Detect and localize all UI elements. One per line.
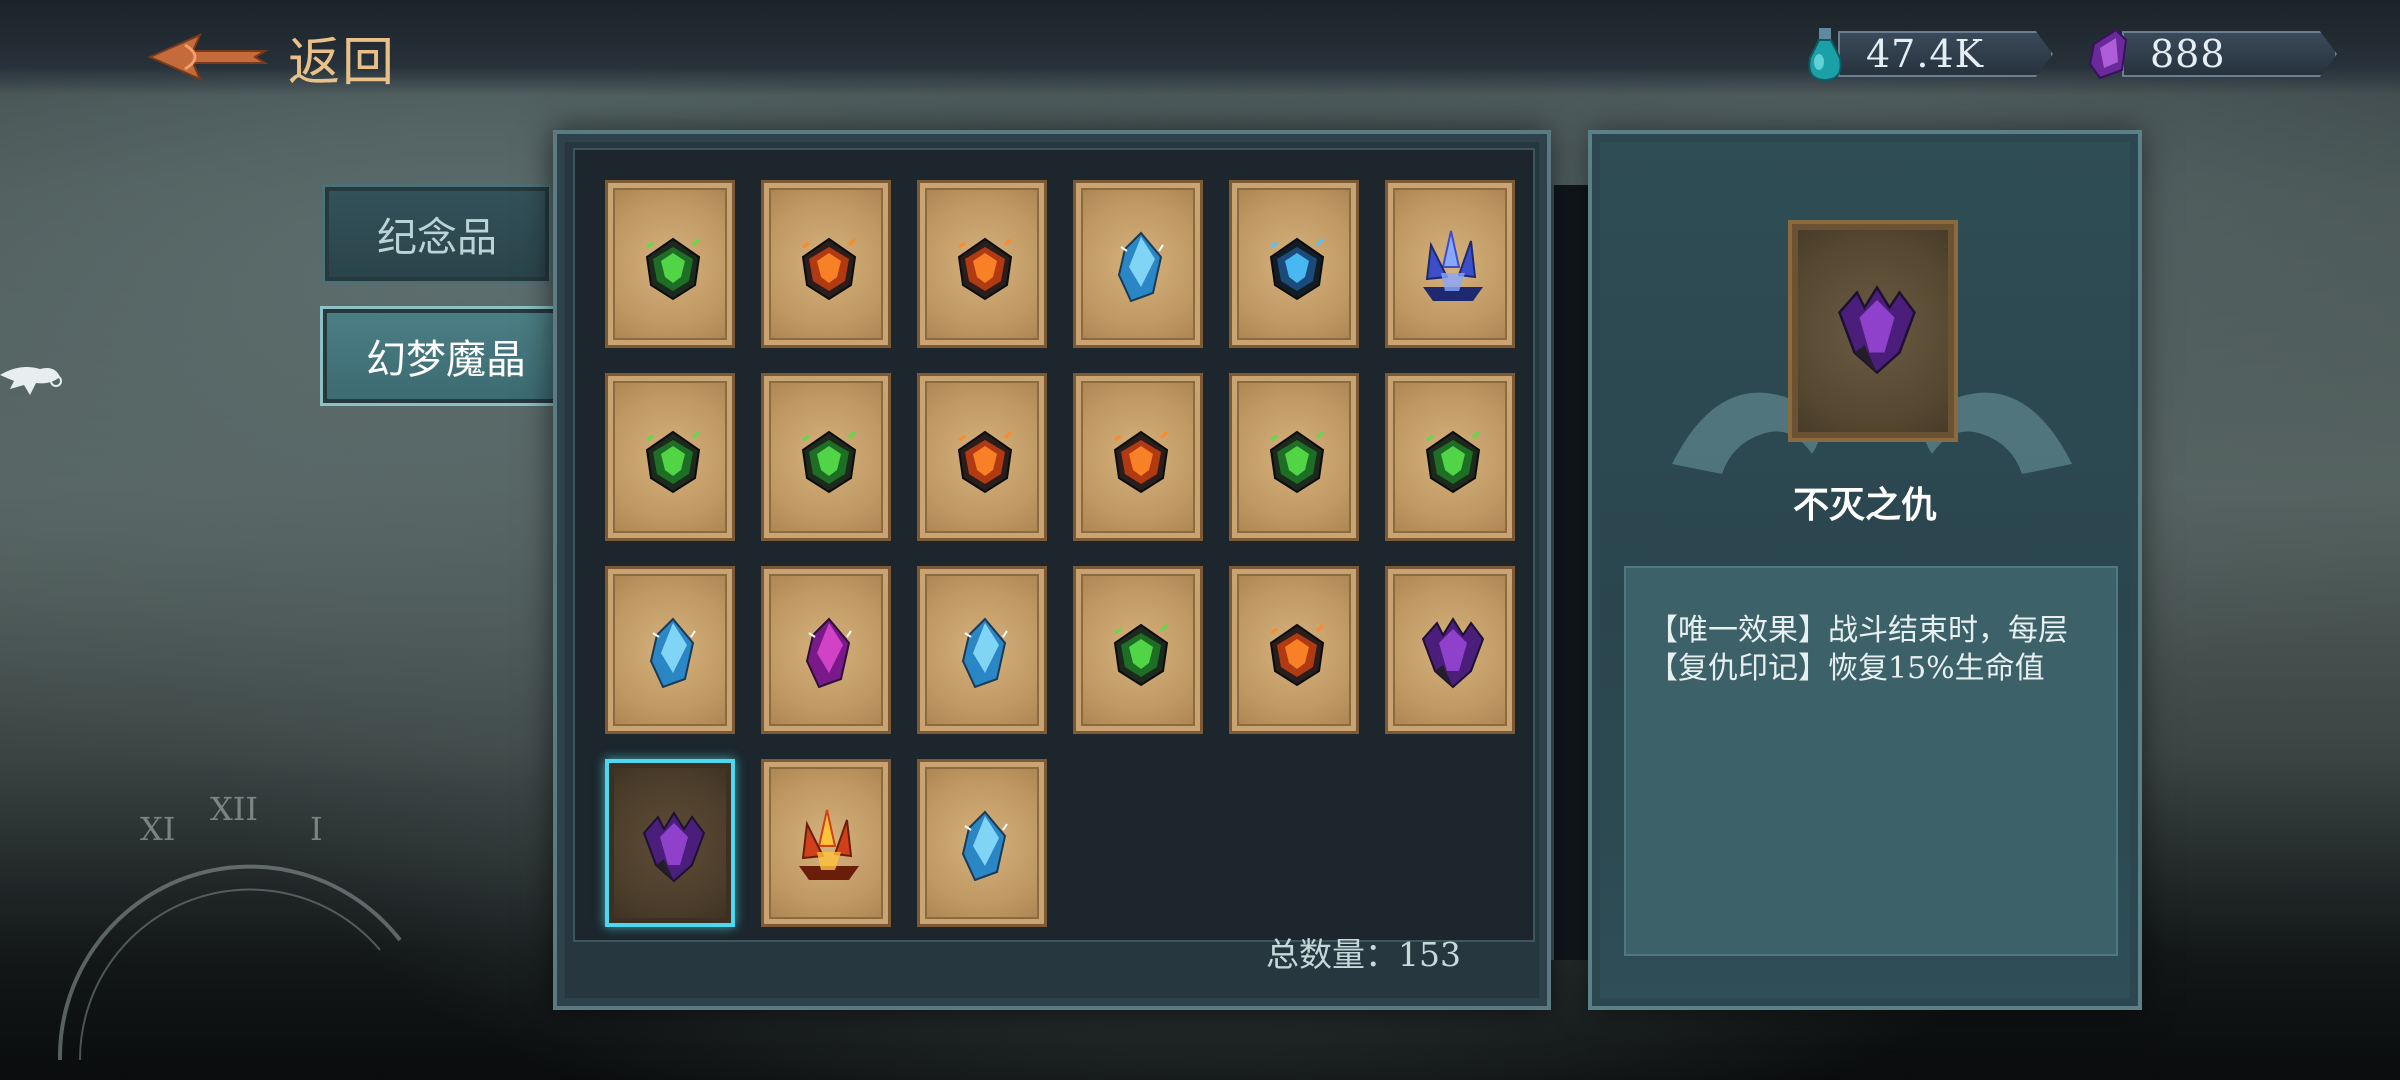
- back-label: 返回: [288, 32, 397, 93]
- green-crystal-icon: [1269, 430, 1325, 494]
- purple-crystal-icon: [1838, 285, 1916, 375]
- back-arrow-icon: [147, 33, 269, 81]
- item-card[interactable]: [761, 566, 891, 734]
- inventory-grid: [573, 148, 1535, 942]
- item-card[interactable]: [1073, 180, 1203, 348]
- item-card[interactable]: [605, 566, 735, 734]
- tab-dream-crystals[interactable]: 幻梦魔晶: [320, 306, 572, 406]
- green-crystal-icon: [1113, 623, 1169, 687]
- item-card[interactable]: [1229, 180, 1359, 348]
- svg-text:XII: XII: [210, 790, 258, 828]
- currency-potion: 47.4K: [1802, 28, 2053, 82]
- item-card[interactable]: [917, 759, 1047, 927]
- item-card[interactable]: [1385, 566, 1515, 734]
- item-card[interactable]: [917, 566, 1047, 734]
- item-card[interactable]: [605, 373, 735, 541]
- item-description: 【唯一效果】战斗结束时，每层 【复仇印记】恢复15%生命值: [1624, 566, 2118, 956]
- description-line-2: 【复仇印记】恢复15%生命值: [1648, 651, 2045, 686]
- item-card[interactable]: [917, 180, 1047, 348]
- green-crystal-icon: [1425, 430, 1481, 494]
- green-crystal-icon: [801, 430, 857, 494]
- crystal-count: 888: [2122, 31, 2337, 77]
- item-card[interactable]: [761, 759, 891, 927]
- orange-crystal-icon: [801, 237, 857, 301]
- purple-shard-icon: [805, 617, 852, 689]
- blue-cluster-icon: [1423, 230, 1483, 301]
- item-card[interactable]: [605, 759, 735, 927]
- back-button[interactable]: 返回: [145, 22, 397, 93]
- amber-cluster-icon: [799, 809, 859, 880]
- item-card[interactable]: [1073, 566, 1203, 734]
- svg-text:I: I: [310, 810, 323, 848]
- clock-decoration: XI XII I: [57, 790, 402, 1060]
- orange-crystal-icon: [1269, 623, 1325, 687]
- purple-crystal-icon: [642, 811, 706, 883]
- item-card[interactable]: [1385, 373, 1515, 541]
- blue-shard-icon: [961, 810, 1008, 882]
- inventory-panel: 总数量：153: [553, 130, 1551, 1010]
- item-card[interactable]: [1229, 373, 1359, 541]
- crystal-icon: [2088, 28, 2128, 80]
- blue-shard-icon: [1117, 231, 1164, 303]
- potion-icon: [1808, 28, 1842, 82]
- blue-shard-icon: [649, 617, 696, 689]
- orange-crystal-icon: [957, 237, 1013, 301]
- item-card[interactable]: [605, 180, 735, 348]
- green-crystal-icon: [645, 237, 701, 301]
- detail-item-card: [1788, 220, 1958, 442]
- detail-panel: 不灭之仇 【唯一效果】战斗结束时，每层 【复仇印记】恢复15%生命值: [1588, 130, 2142, 1010]
- item-card[interactable]: [917, 373, 1047, 541]
- item-card[interactable]: [761, 373, 891, 541]
- item-name: 不灭之仇: [1792, 484, 1937, 526]
- item-card[interactable]: [1073, 373, 1203, 541]
- panel-divider: [1551, 185, 1593, 960]
- purple-crystal-icon: [1421, 617, 1485, 689]
- creature-icon: [0, 367, 62, 395]
- item-card[interactable]: [761, 180, 891, 348]
- item-card[interactable]: [1385, 180, 1515, 348]
- description-line-1: 【唯一效果】战斗结束时，每层: [1648, 613, 2068, 648]
- item-card[interactable]: [1229, 566, 1359, 734]
- svg-text:XI: XI: [140, 810, 175, 848]
- orange-crystal-icon: [957, 430, 1013, 494]
- potion-count: 47.4K: [1838, 31, 2053, 77]
- total-count: 总数量：153: [1266, 935, 1461, 974]
- dark-blue-crystal-icon: [1269, 237, 1325, 301]
- tab-souvenirs[interactable]: 纪念品: [322, 184, 552, 284]
- currency-crystal: 888: [2086, 28, 2337, 80]
- orange-crystal-icon: [1113, 430, 1169, 494]
- green-crystal-icon: [645, 430, 701, 494]
- blue-shard-icon: [961, 617, 1008, 689]
